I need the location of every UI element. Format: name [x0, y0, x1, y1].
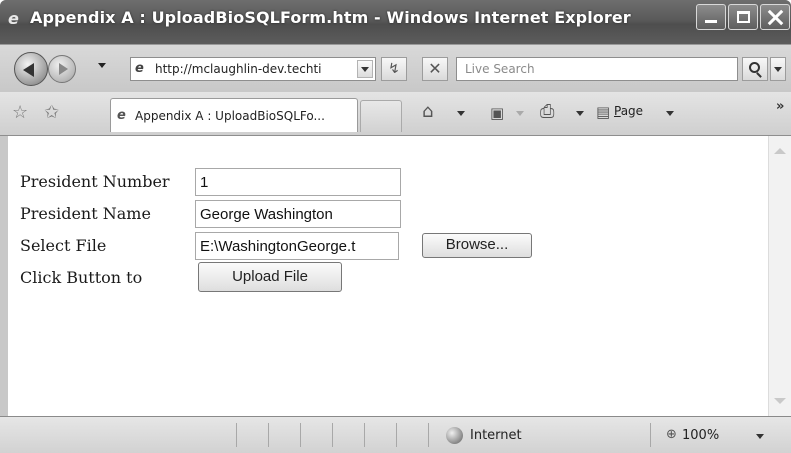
- zoom-icon[interactable]: ⊕: [666, 427, 677, 442]
- page-menu-label[interactable]: Page: [614, 104, 643, 118]
- maximize-icon: [737, 11, 750, 23]
- status-divider: [650, 423, 651, 447]
- window-title: Appendix A : UploadBioSQLForm.htm - Wind…: [30, 8, 631, 27]
- add-favorites-icon[interactable]: ✩: [44, 102, 59, 123]
- page-icon: e: [117, 108, 126, 123]
- back-button[interactable]: [14, 52, 48, 86]
- click-button-label: Click Button to: [20, 268, 143, 287]
- forward-button[interactable]: [48, 55, 76, 83]
- page-icon: e: [135, 61, 144, 76]
- feeds-dropdown[interactable]: [516, 111, 524, 116]
- search-input[interactable]: Live Search: [456, 57, 738, 81]
- page-dropdown[interactable]: [666, 111, 674, 116]
- page-menu-icon[interactable]: ▤: [596, 103, 610, 121]
- title-bar[interactable]: e Appendix A : UploadBioSQLForm.htm - Wi…: [0, 0, 791, 44]
- president-number-field[interactable]: 1: [195, 168, 401, 196]
- security-zone-label: Internet: [470, 428, 522, 443]
- browser-window: e Appendix A : UploadBioSQLForm.htm - Wi…: [0, 0, 791, 453]
- maximize-button[interactable]: [728, 4, 758, 30]
- home-icon[interactable]: ⌂: [422, 101, 433, 122]
- status-divider: [300, 423, 301, 447]
- new-tab-button[interactable]: [360, 100, 402, 132]
- stop-icon: ✕: [428, 59, 442, 78]
- tab-active[interactable]: e Appendix A : UploadBioSQLFo...: [110, 98, 358, 132]
- browse-button[interactable]: Browse...: [422, 233, 532, 258]
- ie-logo-icon: e: [8, 9, 19, 28]
- status-divider: [396, 423, 397, 447]
- address-bar[interactable]: e http://mclaughlin-dev.techti: [130, 57, 376, 81]
- president-name-field[interactable]: George Washington: [195, 200, 401, 228]
- scroll-up-icon[interactable]: [774, 148, 786, 154]
- status-bar: Internet ⊕ 100%: [0, 416, 791, 453]
- favorites-star-icon[interactable]: ☆: [12, 102, 28, 123]
- vertical-scrollbar[interactable]: [768, 136, 791, 416]
- upload-file-button[interactable]: Upload File: [198, 262, 342, 292]
- select-file-label: Select File: [20, 236, 107, 255]
- status-divider: [428, 423, 429, 447]
- print-icon[interactable]: ⎙: [540, 101, 554, 122]
- minimize-button[interactable]: [696, 4, 726, 30]
- address-input[interactable]: http://mclaughlin-dev.techti: [155, 62, 349, 76]
- address-bar-row: e http://mclaughlin-dev.techti ↯ ✕ Live …: [0, 44, 791, 92]
- search-icon: [749, 62, 760, 73]
- window-frame-left: [0, 136, 8, 416]
- file-path-field[interactable]: E:\WashingtonGeorge.t: [195, 232, 399, 260]
- globe-icon: [446, 427, 463, 444]
- search-placeholder: Live Search: [465, 62, 535, 76]
- zoom-level[interactable]: 100%: [682, 428, 719, 443]
- address-dropdown-button[interactable]: [357, 60, 373, 78]
- feeds-icon[interactable]: ▣: [490, 104, 504, 122]
- search-button[interactable]: [742, 57, 768, 81]
- search-options-dropdown[interactable]: [770, 57, 786, 81]
- scroll-down-icon[interactable]: [774, 398, 786, 404]
- home-dropdown[interactable]: [457, 111, 465, 116]
- refresh-button[interactable]: ↯: [381, 57, 407, 81]
- minimize-icon: [705, 20, 717, 23]
- tab-label: Appendix A : UploadBioSQLFo...: [135, 109, 325, 123]
- recent-pages-dropdown[interactable]: [98, 63, 106, 68]
- status-divider: [364, 423, 365, 447]
- president-name-label: President Name: [20, 204, 151, 223]
- status-divider: [236, 423, 237, 447]
- more-commands-chevron-icon[interactable]: »: [776, 99, 784, 114]
- refresh-icon: ↯: [388, 61, 400, 77]
- status-divider: [332, 423, 333, 447]
- stop-button[interactable]: ✕: [422, 57, 448, 81]
- status-divider: [268, 423, 269, 447]
- print-dropdown[interactable]: [576, 111, 584, 116]
- president-number-label: President Number: [20, 172, 170, 191]
- tab-command-row: ☆ ✩ e Appendix A : UploadBioSQLFo... ⌂ ▣…: [0, 92, 791, 136]
- zoom-dropdown[interactable]: [756, 434, 764, 439]
- close-button[interactable]: [760, 4, 790, 30]
